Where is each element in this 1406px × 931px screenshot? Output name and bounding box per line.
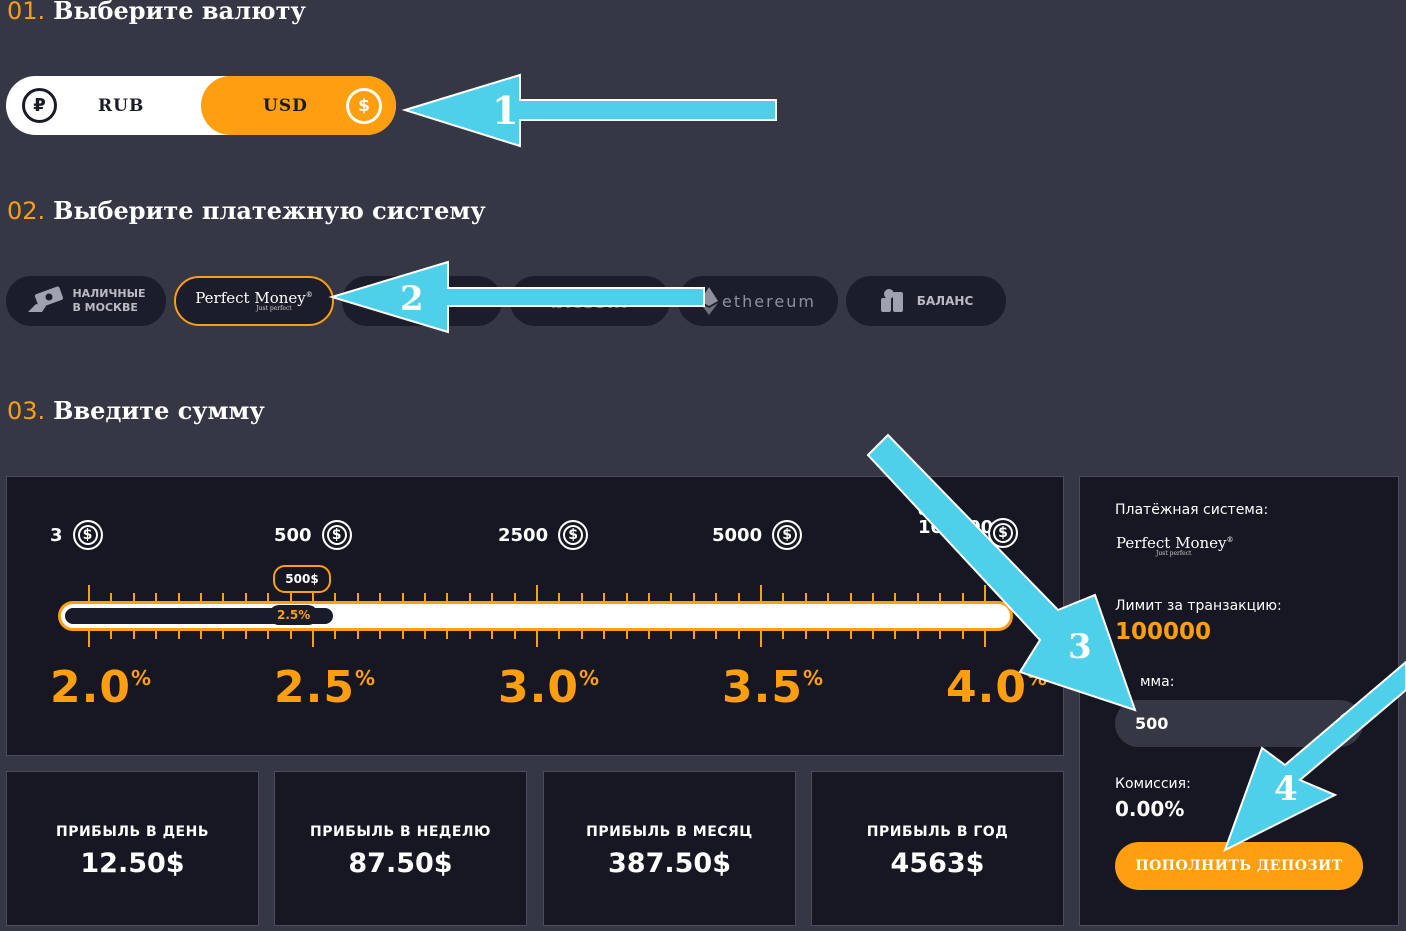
annotation-number-1: 1 [492, 88, 518, 133]
coins-stack-icon [880, 289, 903, 312]
step-text: Введите сумму [53, 396, 265, 425]
profit-year-card: ПРИБЫЛЬ В ГОД 4563$ [811, 771, 1064, 926]
rate-label-4: 3.5% [722, 662, 824, 713]
step-text: Выберите валюту [53, 0, 306, 25]
profit-value: 12.50$ [80, 848, 185, 879]
tier-value: 5000 [712, 524, 763, 546]
tier-label-1: 3 $ [50, 520, 103, 550]
step-number: 03. [7, 397, 46, 425]
rate-value: 4.0 [946, 662, 1027, 713]
bitcoin-logo: bitcoin [551, 289, 629, 313]
profit-label: ПРИБЫЛЬ В ДЕНЬ [55, 824, 209, 840]
cash-line-1: НАЛИЧНЫЕ [72, 287, 146, 300]
summary-perfect-money-logo: Perfect Money® Just perfect [1116, 534, 1234, 557]
step-2-title: 02. Выберите платежную систему [7, 196, 486, 225]
profit-label: ПРИБЫЛЬ В НЕДЕЛЮ [310, 824, 491, 840]
amount-label: мма: [1140, 674, 1175, 690]
limit-label: Лимит за транзакцию: [1115, 598, 1282, 614]
dollar-coin-icon: $ [346, 88, 382, 124]
rate-unit: % [578, 666, 600, 690]
amount-value: 500 [1135, 714, 1169, 733]
payment-bitcoin[interactable]: bitcoin [510, 276, 670, 326]
cash-label: НАЛИЧНЫЕ В МОСКВЕ [72, 287, 145, 315]
tier-label-3: 2500 $ [498, 520, 589, 550]
currency-option-usd[interactable]: USD $ [201, 76, 396, 135]
deposit-button[interactable]: ПОПОЛНИТЬ ДЕПОЗИТ [1115, 842, 1363, 890]
tier-label-2: 500 $ [274, 520, 352, 550]
slider-thumb[interactable]: 2.5% [269, 605, 319, 625]
step-text: Выберите платежную систему [53, 196, 486, 225]
profit-day-card: ПРИБЫЛЬ В ДЕНЬ 12.50$ [6, 771, 259, 926]
step-1-title: 01. Выберите валюту [7, 0, 306, 25]
rate-unit: % [802, 666, 824, 690]
rate-value: 3.0 [498, 662, 579, 713]
commission-label: Комиссия: [1115, 776, 1191, 792]
profit-label: ПРИБЫЛЬ В МЕСЯЦ [586, 824, 753, 840]
tier-label-5: боле 100000 [918, 505, 993, 538]
dollar-coin-icon: $ [988, 518, 1018, 548]
perfect-money-logo: Perfect Money® Just perfect [195, 288, 313, 312]
dollar-coin-icon: $ [321, 520, 352, 550]
rate-label-3: 3.0% [498, 662, 600, 713]
tier-value: 100000 [918, 517, 994, 538]
step-3-title: 03. Введите сумму [7, 396, 265, 425]
payment-balance[interactable]: БАЛАНС [846, 276, 1006, 326]
currency-option-rub[interactable]: ₽ RUB [6, 76, 206, 135]
currency-toggle[interactable]: ₽ RUB USD $ [6, 76, 396, 135]
rate-unit: % [130, 666, 152, 690]
rate-label-2: 2.5% [274, 662, 376, 713]
amount-slider-track[interactable]: 2.5% [58, 601, 1013, 631]
ethereum-label: ethereum [722, 291, 816, 311]
profit-label: ПРИБЫЛЬ В ГОД [866, 824, 1009, 840]
profit-value: 387.50$ [608, 848, 731, 879]
step-number: 01. [7, 0, 46, 25]
profit-value: 4563$ [890, 848, 985, 879]
profit-value: 87.50$ [348, 848, 453, 879]
rate-value: 2.0 [50, 662, 131, 713]
payment-perfect-money[interactable]: Perfect Money® Just perfect [174, 276, 334, 326]
payment-system-label: Платёжная система: [1115, 502, 1269, 518]
currency-label-usd: USD [263, 95, 308, 116]
rate-label-1: 2.0% [50, 662, 152, 713]
slider-amount-bubble: 500$ [273, 565, 331, 593]
currency-label-rub: RUB [98, 95, 145, 116]
ruble-coin-icon: ₽ [22, 88, 57, 123]
profit-week-card: ПРИБЫЛЬ В НЕДЕЛЮ 87.50$ [274, 771, 527, 926]
dollar-coin-icon: $ [772, 520, 803, 550]
rate-label-5: 4.0% [946, 662, 1048, 713]
cash-line-2: В МОСКВЕ [72, 301, 138, 314]
arrow-1-icon [401, 73, 777, 148]
limit-value: 100000 [1115, 619, 1212, 645]
profit-month-card: ПРИБЫЛЬ В МЕСЯЦ 387.50$ [543, 771, 796, 926]
payment-cash-moscow[interactable]: НАЛИЧНЫЕ В МОСКВЕ [6, 276, 166, 326]
tier-value: 500 [274, 524, 312, 546]
rate-unit: % [354, 666, 376, 690]
commission-value: 0.00% [1115, 797, 1185, 821]
step-number: 02. [7, 197, 46, 225]
amount-currency: $ [1339, 712, 1349, 728]
rate-value: 2.5 [274, 662, 355, 713]
payment-hidden-option[interactable] [342, 276, 502, 326]
dollar-coin-icon: $ [72, 520, 103, 550]
tier-label-4: 5000 $ [712, 520, 803, 550]
amount-input[interactable]: 500 $ [1115, 700, 1363, 747]
tier-value: 3 [50, 524, 63, 546]
rate-unit: % [1026, 666, 1048, 690]
ethereum-icon [700, 287, 719, 315]
rate-value: 3.5 [722, 662, 803, 713]
payment-ethereum[interactable]: ethereum [678, 276, 838, 326]
balance-label: БАЛАНС [916, 294, 974, 308]
cash-hand-icon [28, 286, 64, 312]
tier-value: 2500 [498, 524, 549, 546]
dollar-coin-icon: $ [558, 520, 589, 550]
pm-logo-text: Perfect Money [195, 288, 306, 307]
